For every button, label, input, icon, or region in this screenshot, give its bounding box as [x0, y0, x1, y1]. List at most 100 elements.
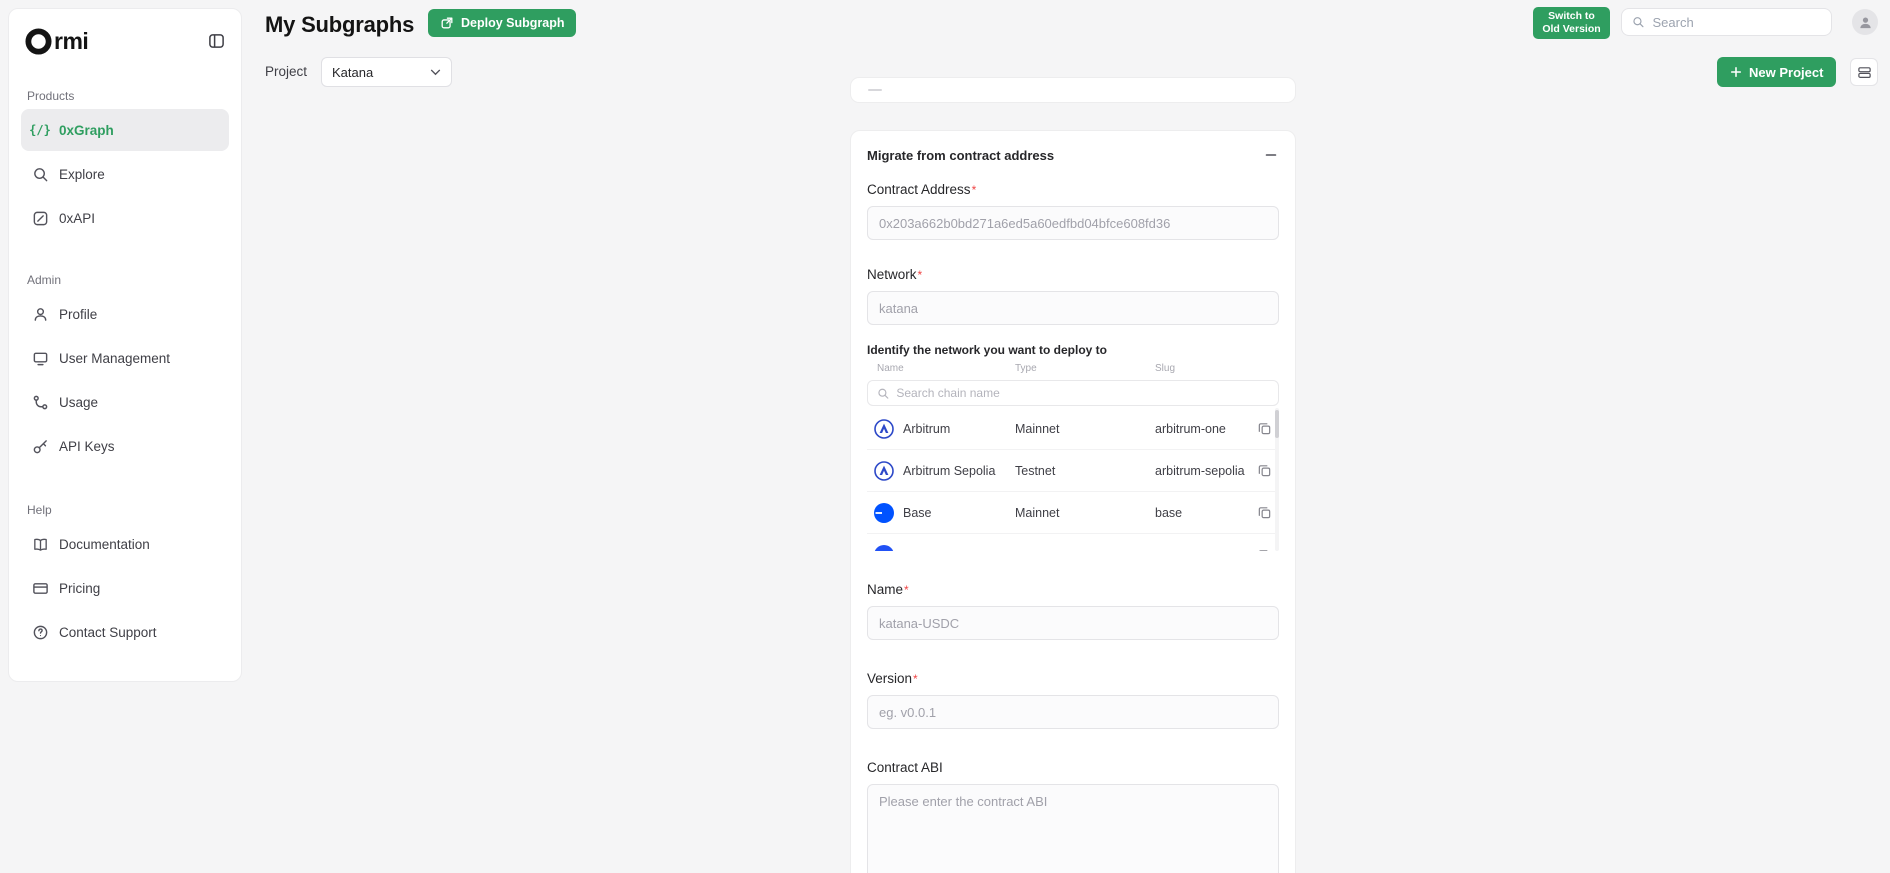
- section-label-help: Help: [27, 503, 52, 517]
- sidebar-item-user-management[interactable]: User Management: [21, 337, 229, 379]
- chain-slug: base: [1155, 505, 1183, 520]
- chain-search-input[interactable]: [896, 386, 1269, 400]
- sidebar-item-label: User Management: [59, 350, 171, 366]
- sidebar-item-label: Documentation: [59, 536, 150, 552]
- chain-name: Arbitrum Sepolia: [903, 463, 996, 478]
- network-picker-hint: Identify the network you want to deploy …: [867, 343, 1108, 357]
- chain-table-header: Name Type Slug: [867, 363, 1279, 374]
- switch-line2: Old Version: [1542, 23, 1601, 35]
- remnant-dash: [868, 89, 882, 91]
- chain-row-base[interactable]: Base Mainnet base: [867, 492, 1279, 534]
- chain-slug: arbitrum-sepolia: [1155, 463, 1245, 478]
- deploy-subgraph-button[interactable]: Deploy Subgraph: [428, 9, 577, 37]
- chain-type: Testnet: [1015, 463, 1056, 478]
- previous-card-remnant: [850, 77, 1296, 103]
- migrate-card: Migrate from contract address Contract A…: [850, 130, 1296, 873]
- contract-abi-label: Contract ABI: [867, 760, 943, 775]
- column-type: Type: [1015, 363, 1037, 374]
- monitor-icon: [31, 349, 49, 367]
- panel-collapse-icon: [209, 34, 224, 48]
- sidebar-item-label: Usage: [59, 394, 99, 410]
- chain-icon: [874, 545, 894, 551]
- global-search: [1621, 8, 1832, 36]
- contract-abi-textarea[interactable]: [867, 784, 1279, 873]
- new-project-label: New Project: [1749, 64, 1824, 80]
- copy-icon: [1258, 507, 1270, 519]
- deploy-subgraph-label: Deploy Subgraph: [461, 16, 565, 30]
- required-asterisk: *: [904, 583, 909, 597]
- chain-slug: arbitrum-one: [1155, 421, 1226, 436]
- brand-logo: rmi: [9, 23, 241, 59]
- sidebar-item-0xgraph[interactable]: {/} 0xGraph: [21, 109, 229, 151]
- column-slug: Slug: [1155, 363, 1176, 374]
- sidebar: rmi Products {/} 0xGraph Explore 0xAPI A…: [8, 8, 242, 682]
- switch-old-version-button[interactable]: Switch to Old Version: [1533, 7, 1610, 39]
- contract-address-label: Contract Address*: [867, 182, 977, 197]
- sidebar-item-pricing[interactable]: Pricing: [21, 567, 229, 609]
- ormi-logo-icon: [25, 27, 52, 55]
- sidebar-item-label: 0xGraph: [59, 122, 114, 138]
- sidebar-collapse-button[interactable]: [208, 33, 225, 50]
- chevron-down-icon: [430, 69, 441, 75]
- copy-icon: [1258, 465, 1270, 477]
- rows-layout-icon: [1857, 66, 1871, 78]
- person-icon: [1859, 17, 1871, 28]
- required-asterisk: *: [913, 672, 918, 686]
- sidebar-item-label: Pricing: [59, 580, 101, 596]
- sidebar-item-profile[interactable]: Profile: [21, 293, 229, 335]
- base-chain-icon: [874, 502, 894, 523]
- project-select[interactable]: Katana: [321, 57, 452, 87]
- sidebar-item-label: 0xAPI: [59, 210, 96, 226]
- person-icon: [31, 305, 49, 323]
- column-name: Name: [877, 363, 904, 374]
- section-label-products: Products: [27, 89, 75, 103]
- chain-search: [867, 380, 1279, 406]
- search-input[interactable]: [1652, 14, 1821, 30]
- usage-branch-icon: [31, 393, 49, 411]
- network-label: Network*: [867, 267, 923, 282]
- version-input[interactable]: [867, 695, 1279, 729]
- sidebar-item-0xapi[interactable]: 0xAPI: [21, 197, 229, 239]
- search-icon: [878, 388, 889, 399]
- sidebar-item-api-keys[interactable]: API Keys: [21, 425, 229, 467]
- project-label: Project: [265, 64, 308, 79]
- chain-row-arbitrum-sepolia[interactable]: Arbitrum Sepolia Testnet arbitrum-sepoli…: [867, 450, 1279, 492]
- search-icon: [1633, 17, 1644, 28]
- copy-icon: [1258, 549, 1267, 551]
- api-box-icon: [31, 209, 49, 227]
- chain-name: Arbitrum: [903, 421, 951, 436]
- network-input[interactable]: [867, 291, 1279, 325]
- view-toggle-button[interactable]: [1850, 58, 1878, 86]
- new-project-button[interactable]: New Project: [1717, 57, 1837, 87]
- deploy-export-icon: [441, 17, 453, 29]
- sidebar-item-documentation[interactable]: Documentation: [21, 523, 229, 565]
- sidebar-item-contact-support[interactable]: Contact Support: [21, 611, 229, 653]
- collapse-section-button[interactable]: [1263, 147, 1279, 163]
- switch-line1: Switch to: [1548, 10, 1595, 23]
- chain-list-scrollbar: [1275, 408, 1279, 551]
- contract-address-input[interactable]: [867, 206, 1279, 240]
- chain-list-scrollbar-thumb[interactable]: [1275, 410, 1279, 438]
- required-asterisk: *: [917, 268, 923, 282]
- minus-icon: [1265, 154, 1277, 156]
- plus-icon: [1730, 66, 1742, 78]
- chain-row-partial[interactable]: [867, 534, 1279, 551]
- brand-name: rmi: [54, 27, 89, 54]
- arbitrum-chain-icon: [874, 418, 894, 439]
- name-input[interactable]: [867, 606, 1279, 640]
- sidebar-item-explore[interactable]: Explore: [21, 153, 229, 195]
- chain-type: Mainnet: [1015, 505, 1060, 520]
- user-avatar[interactable]: [1852, 9, 1878, 35]
- copy-icon: [1258, 423, 1270, 435]
- page-title: My Subgraphs: [265, 12, 415, 37]
- search-icon: [31, 165, 49, 183]
- version-label: Version*: [867, 671, 918, 686]
- sidebar-item-label: Contact Support: [59, 624, 157, 640]
- sidebar-item-label: Explore: [59, 166, 105, 182]
- sidebar-item-label: Profile: [59, 306, 98, 322]
- question-circle-icon: [31, 623, 49, 641]
- book-icon: [31, 535, 49, 553]
- name-label: Name*: [867, 582, 909, 597]
- sidebar-item-usage[interactable]: Usage: [21, 381, 229, 423]
- chain-row-arbitrum[interactable]: Arbitrum Mainnet arbitrum-one: [867, 408, 1279, 450]
